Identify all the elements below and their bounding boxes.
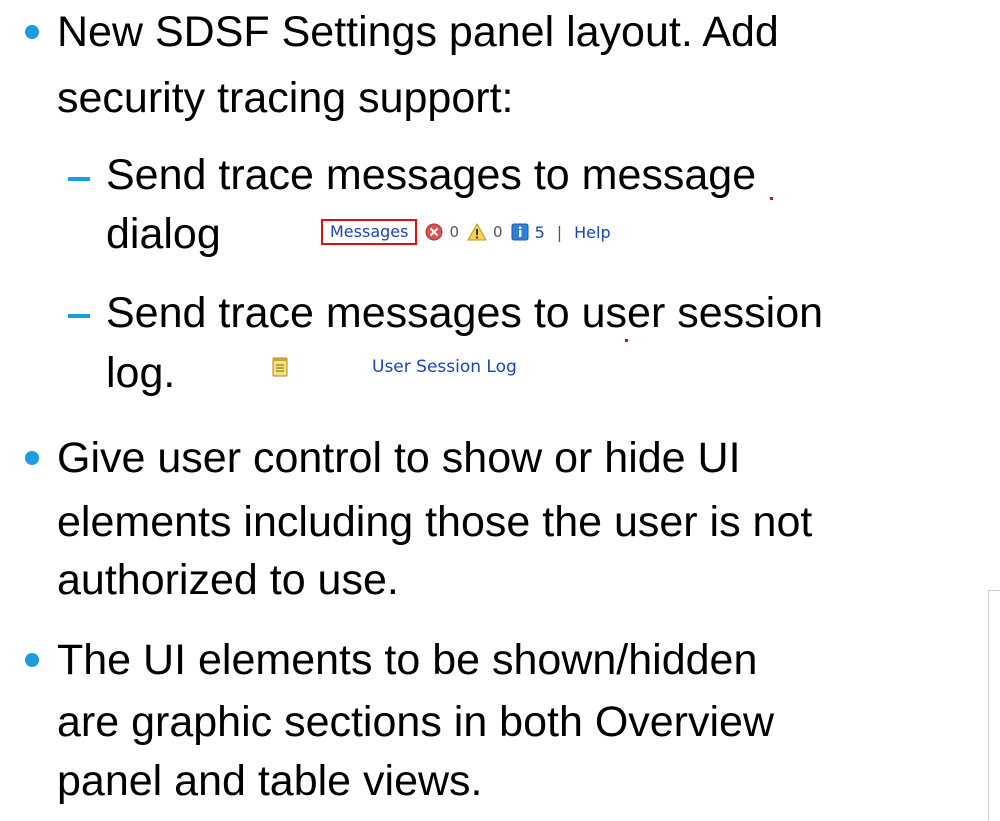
warning-count: 0 <box>493 223 503 241</box>
bullet-text: security tracing support: <box>57 74 514 122</box>
error-circle-icon[interactable] <box>425 223 443 241</box>
bullet-text: The UI elements to be shown/hidden <box>57 636 758 684</box>
bullet-text: are graphic sections in both Overview <box>57 698 775 746</box>
bullet-text: elements including those the user is not <box>57 498 813 546</box>
sub-bullet-marker <box>68 177 90 181</box>
message-status-bar: Messages 0 0 5 | Help <box>321 219 611 245</box>
bullet-marker <box>25 25 39 39</box>
bullet-text: panel and table views. <box>57 757 483 805</box>
speck <box>770 197 773 200</box>
sub-bullet-marker <box>68 314 90 318</box>
partial-frame <box>988 590 1000 821</box>
sub-bullet-text: Send trace messages to message <box>106 151 757 199</box>
bullet-marker <box>25 451 39 465</box>
notepad-icon[interactable] <box>271 356 289 383</box>
bullet-marker <box>25 653 39 667</box>
speck <box>625 339 628 342</box>
error-count: 0 <box>449 223 460 241</box>
messages-button[interactable]: Messages <box>321 219 418 245</box>
help-link[interactable]: Help <box>574 223 610 242</box>
bullet-text: authorized to use. <box>57 556 399 604</box>
info-count: 5 <box>534 222 545 242</box>
sub-bullet-text: log. <box>106 349 176 397</box>
sub-bullet-text: Send trace messages to user session <box>106 289 824 337</box>
sub-bullet-text: dialog <box>106 210 221 258</box>
info-square-icon[interactable] <box>511 223 529 241</box>
warning-triangle-icon[interactable] <box>467 223 487 241</box>
bullet-text: Give user control to show or hide UI <box>57 434 741 482</box>
bullet-text: New SDSF Settings panel layout. Add <box>57 8 779 56</box>
user-session-log-link[interactable]: User Session Log <box>372 357 517 377</box>
separator: | <box>556 222 563 242</box>
